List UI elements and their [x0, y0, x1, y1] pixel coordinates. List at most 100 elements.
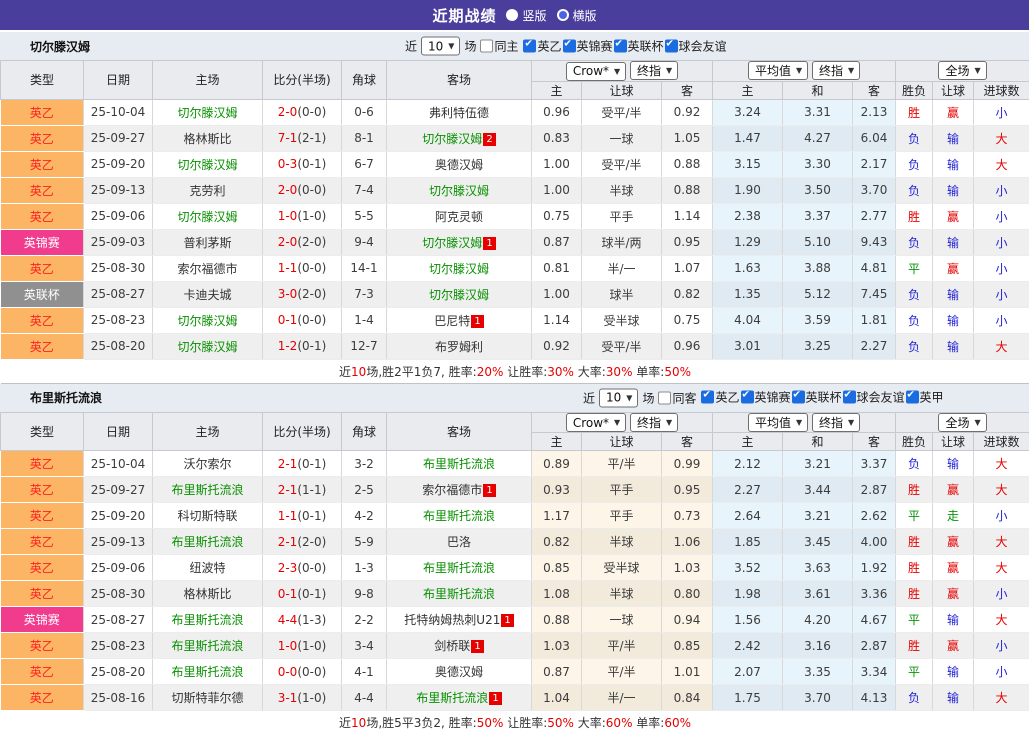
average-select[interactable]: 平均值▼ — [748, 61, 808, 80]
bookmaker-select[interactable]: Crow*▼ — [566, 62, 626, 81]
avg-final-odds-select[interactable]: 终指▼ — [812, 413, 860, 432]
team-link[interactable]: 切尔滕汉姆 — [422, 236, 482, 250]
matches-table: 类型日期主场比分(半场)角球客场Crow*▼ 终指▼平均值▼ 终指▼全场▼主让球… — [0, 60, 1029, 384]
team-name[interactable]: 切尔滕汉姆 — [0, 38, 90, 55]
scope-select[interactable]: 全场▼ — [938, 413, 986, 432]
team-link[interactable]: 纽波特 — [189, 561, 225, 575]
final-odds-select[interactable]: 终指▼ — [630, 61, 678, 80]
league-checkbox-英甲[interactable]: 英甲 — [906, 389, 944, 406]
table-body: 英乙25-10-04切尔滕汉姆2-0(0-0)0-6弗利特伍德0.96受平/半0… — [1, 99, 1029, 359]
team-link[interactable]: 布里斯托流浪 — [423, 457, 495, 471]
away-team-cell: 切尔滕汉姆 — [387, 177, 532, 203]
team-link[interactable]: 阿克灵顿 — [435, 210, 483, 224]
corner-cell: 9-8 — [342, 581, 387, 607]
league-checkbox-球会友谊[interactable]: 球会友谊 — [843, 389, 905, 406]
team-link[interactable]: 格林斯比 — [183, 587, 231, 601]
team-link[interactable]: 切尔滕汉姆 — [429, 184, 489, 198]
team-link[interactable]: 剑桥联 — [434, 639, 470, 653]
avg-draw-cell: 3.21 — [783, 503, 853, 529]
odds-away-cell: 0.95 — [662, 477, 713, 503]
team-link[interactable]: 奥德汉姆 — [435, 665, 483, 679]
team-link[interactable]: 切尔滕汉姆 — [177, 210, 237, 224]
avg-final-odds-select[interactable]: 终指▼ — [812, 61, 860, 80]
team-link[interactable]: 布里斯托流浪 — [423, 561, 495, 575]
league-checkbox-球会友谊[interactable]: 球会友谊 — [665, 37, 727, 54]
team-link[interactable]: 普利茅斯 — [183, 236, 231, 250]
score-cell: 1-0(1-0) — [263, 203, 342, 229]
odds-away-cell: 1.14 — [662, 203, 713, 229]
match-count-select[interactable]: 10▼ — [421, 37, 460, 56]
team-link[interactable]: 巴尼特 — [434, 314, 470, 328]
score-cell: 1-2(0-1) — [263, 333, 342, 359]
team-link[interactable]: 卡迪夫城 — [183, 288, 231, 302]
layout-option-horizontal[interactable]: 横版 — [557, 7, 597, 24]
team-link[interactable]: 索尔福德市 — [177, 262, 237, 276]
match-count-select[interactable]: 10▼ — [599, 388, 638, 407]
league-checkbox-英乙[interactable]: 英乙 — [523, 37, 561, 54]
team-link[interactable]: 巴洛 — [447, 535, 471, 549]
league-checkbox-英联杯[interactable]: 英联杯 — [614, 37, 664, 54]
league-checkbox-英锦赛[interactable]: 英锦赛 — [741, 389, 791, 406]
team-link[interactable]: 切尔滕汉姆 — [177, 158, 237, 172]
team-link[interactable]: 布里斯托流浪 — [171, 665, 243, 679]
team-name[interactable]: 布里斯托流浪 — [0, 389, 102, 406]
league-checkbox-英乙[interactable]: 英乙 — [701, 389, 739, 406]
team-link[interactable]: 布里斯托流浪 — [416, 691, 488, 705]
odds-home-cell: 1.00 — [532, 281, 582, 307]
match-row: 英乙25-09-13克劳利2-0(0-0)7-4切尔滕汉姆1.00半球0.881… — [1, 177, 1029, 203]
team-link[interactable]: 沃尔索尔 — [183, 457, 231, 471]
chevron-down-icon: ▼ — [974, 66, 980, 75]
result-winlose-cell: 胜 — [896, 203, 933, 229]
team-link[interactable]: 布里斯托流浪 — [423, 509, 495, 523]
match-type-cell: 英乙 — [1, 177, 84, 203]
scope-select[interactable]: 全场▼ — [938, 61, 986, 80]
score-cell: 2-0(0-0) — [263, 177, 342, 203]
average-select[interactable]: 平均值▼ — [748, 413, 808, 432]
team-link[interactable]: 托特纳姆热刺U21 — [404, 613, 500, 627]
team-link[interactable]: 布罗姆利 — [435, 340, 483, 354]
handicap-cell: 受平/半 — [582, 99, 662, 125]
team-link[interactable]: 切尔滕汉姆 — [429, 288, 489, 302]
team-link[interactable]: 切尔滕汉姆 — [422, 132, 482, 146]
team-link[interactable]: 布里斯托流浪 — [171, 639, 243, 653]
result-goals-cell: 大 — [974, 607, 1029, 633]
team-link[interactable]: 切尔滕汉姆 — [177, 314, 237, 328]
match-row: 英锦赛25-08-27布里斯托流浪4-4(1-3)2-2托特纳姆热刺U2110.… — [1, 607, 1029, 633]
team-link[interactable]: 切斯特菲尔德 — [171, 691, 243, 705]
result-handicap-cell: 输 — [933, 281, 974, 307]
sub-column-header: 客 — [662, 81, 713, 99]
team-link[interactable]: 弗利特伍德 — [429, 106, 489, 120]
team-link[interactable]: 切尔滕汉姆 — [177, 340, 237, 354]
checkbox-checked-icon — [741, 391, 754, 404]
team-link[interactable]: 布里斯托流浪 — [171, 535, 243, 549]
team-link[interactable]: 索尔福德市 — [422, 483, 482, 497]
team-link[interactable]: 切尔滕汉姆 — [177, 106, 237, 120]
final-odds-select[interactable]: 终指▼ — [630, 413, 678, 432]
odds-home-cell: 0.93 — [532, 477, 582, 503]
match-date-cell: 25-09-20 — [84, 503, 153, 529]
layout-option-vertical[interactable]: 竖版 — [506, 7, 546, 24]
avg-group-header: 平均值▼ 终指▼ — [713, 412, 896, 433]
away-team-cell: 布里斯托流浪1 — [387, 685, 532, 711]
team-link[interactable]: 奥德汉姆 — [435, 158, 483, 172]
away-team-cell: 索尔福德市1 — [387, 477, 532, 503]
league-checkbox-英锦赛[interactable]: 英锦赛 — [563, 37, 613, 54]
team-link[interactable]: 科切斯特联 — [177, 509, 237, 523]
checkbox-checked-icon — [614, 39, 627, 52]
team-link[interactable]: 布里斯托流浪 — [171, 613, 243, 627]
league-checkbox-英联杯[interactable]: 英联杯 — [792, 389, 842, 406]
team-link[interactable]: 布里斯托流浪 — [423, 587, 495, 601]
match-date-cell: 25-09-13 — [84, 529, 153, 555]
same-venue-checkbox[interactable]: 同主 — [480, 38, 518, 55]
team-link[interactable]: 切尔滕汉姆 — [429, 262, 489, 276]
bookmaker-select[interactable]: Crow*▼ — [566, 413, 626, 432]
team-link[interactable]: 布里斯托流浪 — [171, 483, 243, 497]
games-label: 场 — [642, 389, 654, 406]
team-link[interactable]: 克劳利 — [189, 184, 225, 198]
result-handicap-cell: 赢 — [933, 555, 974, 581]
avg-home-cell: 1.29 — [713, 229, 783, 255]
team-link[interactable]: 格林斯比 — [183, 132, 231, 146]
red-card-badge: 1 — [501, 614, 513, 627]
same-venue-checkbox[interactable]: 同客 — [658, 389, 696, 406]
final-odds-select-value: 终指 — [637, 414, 661, 431]
